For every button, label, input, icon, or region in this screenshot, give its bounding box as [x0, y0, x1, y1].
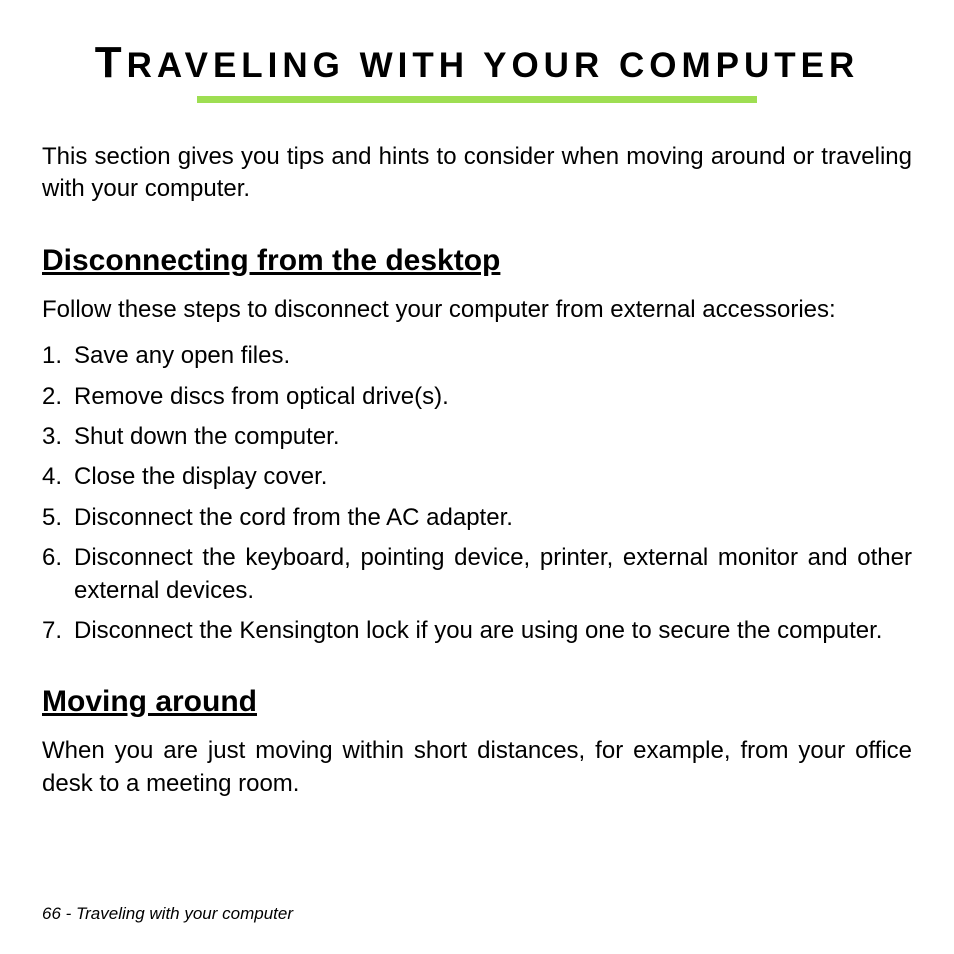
page-footer: 66 - Traveling with your computer: [42, 904, 293, 924]
list-item: Disconnect the cord from the AC adapter.: [42, 502, 912, 534]
list-item: Save any open files.: [42, 340, 912, 372]
intro-paragraph: This section gives you tips and hints to…: [42, 141, 912, 206]
title-rest: raveling with your computer: [127, 46, 860, 85]
section-heading-moving: Moving around: [42, 685, 912, 719]
title-first-letter: T: [95, 38, 127, 87]
disconnecting-steps-list: Save any open files. Remove discs from o…: [42, 340, 912, 647]
list-item: Shut down the computer.: [42, 421, 912, 453]
section1-intro: Follow these steps to disconnect your co…: [42, 294, 912, 326]
list-item: Disconnect the Kensington lock if you ar…: [42, 615, 912, 647]
page-title: Traveling with your computer: [42, 38, 912, 88]
title-underline: [197, 96, 757, 103]
list-item: Remove discs from optical drive(s).: [42, 381, 912, 413]
list-item: Close the display cover.: [42, 461, 912, 493]
section-heading-disconnecting: Disconnecting from the desktop: [42, 244, 912, 278]
list-item: Disconnect the keyboard, pointing device…: [42, 542, 912, 607]
section2-intro: When you are just moving within short di…: [42, 735, 912, 800]
